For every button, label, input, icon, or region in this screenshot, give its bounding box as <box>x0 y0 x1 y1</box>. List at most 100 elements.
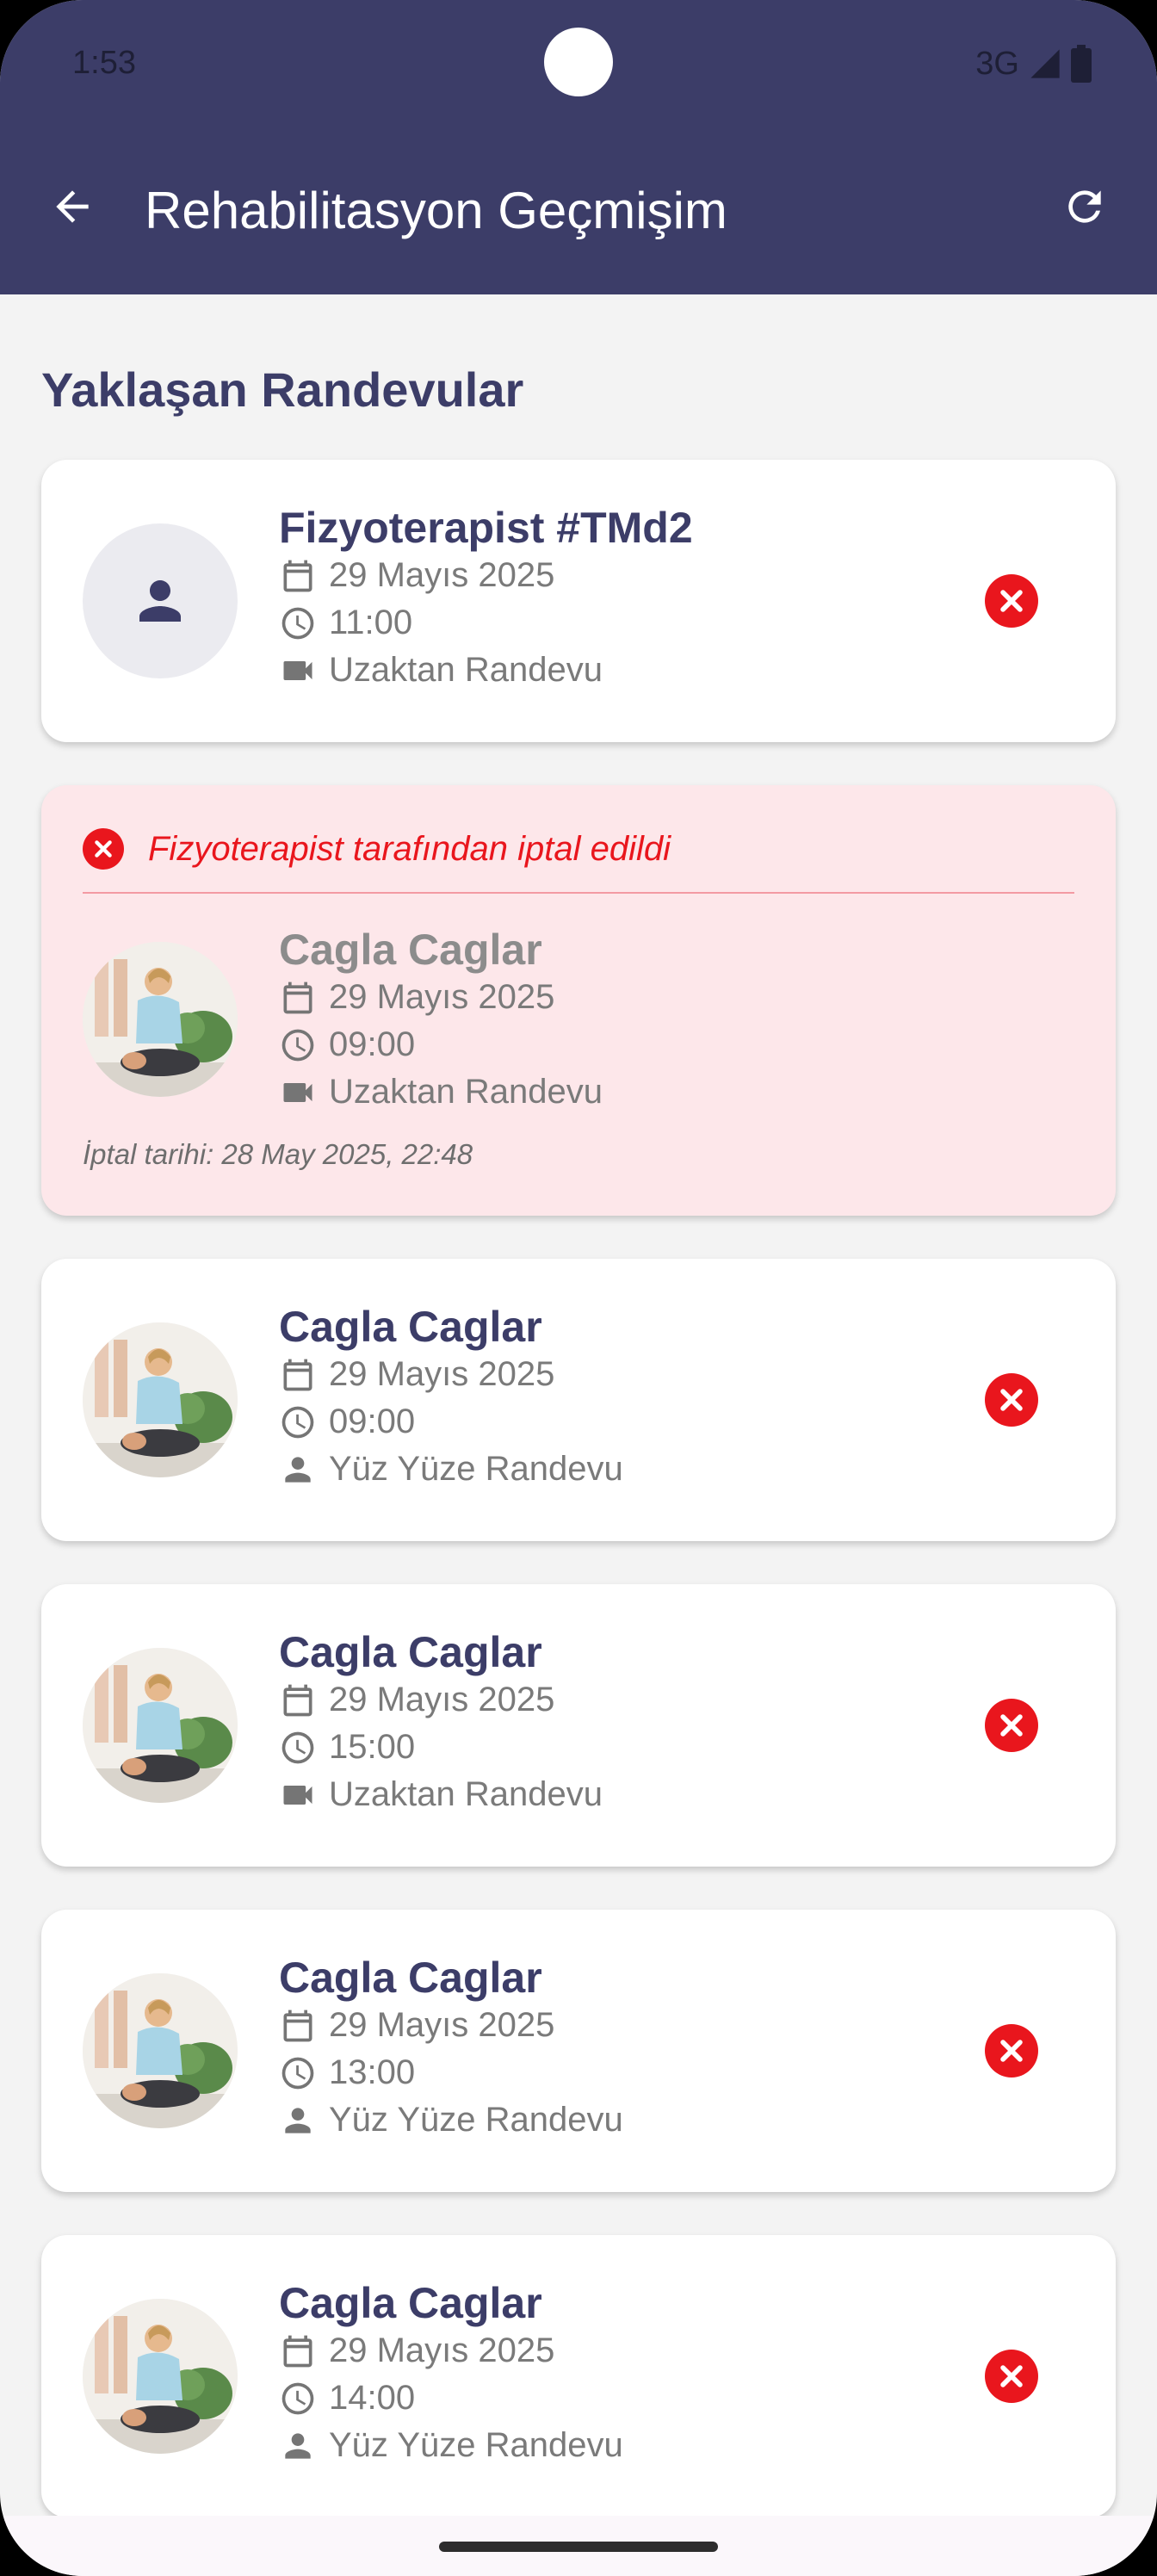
date-line: 29 Mayıs 2025 <box>279 556 554 595</box>
network-type: 3G <box>975 45 1019 82</box>
type-line: Uzaktan Randevu <box>279 1073 603 1112</box>
therapist-photo <box>83 2299 238 2454</box>
type-line: Uzaktan Randevu <box>279 651 603 690</box>
calendar-icon <box>283 2335 312 2367</box>
cancel-date: İptal tarihi: 28 May 2025, 22:48 <box>83 1138 473 1170</box>
calendar-icon <box>283 560 312 591</box>
therapist-name: Cagla Caglar <box>279 1954 542 2002</box>
type-line: Yüz Yüze Randevu <box>279 2101 623 2139</box>
time-line: 13:00 <box>279 2053 415 2092</box>
time-line: 11:00 <box>279 604 412 642</box>
navigation-bar <box>0 2516 1157 2576</box>
page-title: Rehabilitasyon Geçmişim <box>145 182 727 239</box>
close-icon <box>1000 1714 1023 1737</box>
app-bar: 1:53 3G Rehabilitasyon Geçmişim <box>0 0 1157 294</box>
appointment-date: 29 Mayıs 2025 <box>329 978 555 1016</box>
cancel-appointment-button[interactable] <box>985 1699 1038 1752</box>
time-line: 09:00 <box>279 1403 415 1441</box>
therapist-name: Cagla Caglar <box>279 1628 542 1676</box>
date-line: 29 Mayıs 2025 <box>279 2006 554 2045</box>
arrow-back-icon <box>56 190 89 223</box>
calendar-icon <box>283 2009 312 2041</box>
therapist-photo-image <box>83 1322 238 1477</box>
refresh-button[interactable] <box>1050 172 1119 241</box>
time-line: 15:00 <box>279 1728 415 1767</box>
cancel-message: Fizyoterapist tarafından iptal edildi <box>148 829 671 868</box>
therapist-photo <box>83 1322 238 1477</box>
status-indicators: 3G <box>975 45 1092 83</box>
appointment-date: 29 Mayıs 2025 <box>329 556 555 594</box>
back-button[interactable] <box>38 172 107 241</box>
appointment-time: 15:00 <box>329 1728 416 1766</box>
date-line: 29 Mayıs 2025 <box>279 1355 554 1394</box>
therapist-photo-image <box>83 942 238 1097</box>
appointment-time: 13:00 <box>329 2053 416 2091</box>
therapist-photo-image <box>83 1648 238 1803</box>
close-icon <box>1000 590 1023 612</box>
battery-icon <box>1071 45 1092 83</box>
therapist-photo-image <box>83 2299 238 2454</box>
calendar-icon <box>283 981 312 1013</box>
appointment-date: 29 Mayıs 2025 <box>329 2331 555 2369</box>
close-icon <box>1000 2365 1023 2387</box>
appointment-type: Yüz Yüze Randevu <box>329 1450 623 1488</box>
appointment-type: Yüz Yüze Randevu <box>329 2426 623 2464</box>
cancel-appointment-button[interactable] <box>985 1373 1038 1427</box>
clock-icon <box>282 2057 314 2089</box>
appointment-type: Uzaktan Randevu <box>329 1775 603 1813</box>
cancel-appointment-button[interactable] <box>985 2350 1038 2403</box>
date-line: 29 Mayıs 2025 <box>279 978 554 1017</box>
appointment-date: 29 Mayıs 2025 <box>329 1355 555 1393</box>
clock-icon <box>282 1406 314 1438</box>
appointment-time: 09:00 <box>329 1025 416 1063</box>
clock-icon <box>282 2382 314 2414</box>
cancel-appointment-button[interactable] <box>985 574 1038 628</box>
therapist-name: Cagla Caglar <box>279 1303 542 1351</box>
video-icon <box>283 1082 312 1102</box>
close-icon <box>95 840 112 858</box>
therapist-photo <box>83 942 238 1097</box>
person-icon <box>285 1456 311 1483</box>
date-line: 29 Mayıs 2025 <box>279 1681 554 1719</box>
therapist-name: Cagla Caglar <box>279 2279 542 2327</box>
appointment-card[interactable]: Cagla Caglar 29 Mayıs 2025 13:00 Yüz Yüz… <box>41 1910 1116 2192</box>
camera-cutout <box>544 28 613 96</box>
refresh-icon <box>1068 190 1101 223</box>
clock-icon <box>282 1731 314 1763</box>
cancelled-appointment-card[interactable]: Fizyoterapist tarafından iptal edildi Ca… <box>41 785 1116 1216</box>
type-line: Uzaktan Randevu <box>279 1775 603 1814</box>
appointments-content: Yaklaşan Randevular Fizyoterapist #TMd2 … <box>0 294 1157 2517</box>
signal-icon <box>1030 49 1060 78</box>
appointment-card[interactable]: Cagla Caglar 29 Mayıs 2025 14:00 Yüz Yüz… <box>41 2235 1116 2517</box>
therapist-name: Fizyoterapist #TMd2 <box>279 504 693 552</box>
appointment-card[interactable]: Cagla Caglar 29 Mayıs 2025 09:00 Yüz Yüz… <box>41 1259 1116 1541</box>
person-icon <box>139 580 181 622</box>
appointment-date: 29 Mayıs 2025 <box>329 1681 555 1718</box>
cancel-banner: Fizyoterapist tarafından iptal edildi <box>83 828 671 870</box>
appointment-date: 29 Mayıs 2025 <box>329 2006 555 2044</box>
home-indicator[interactable] <box>439 2542 718 2552</box>
device-screen: 1:53 3G Rehabilitasyon Geçmişim Yaklaşan… <box>0 0 1157 2576</box>
close-icon <box>1000 2040 1023 2062</box>
appointment-type: Uzaktan Randevu <box>329 1073 603 1111</box>
appointment-type: Yüz Yüze Randevu <box>329 2101 623 2139</box>
status-time: 1:53 <box>72 45 136 81</box>
therapist-name: Cagla Caglar <box>279 926 542 974</box>
appointment-card[interactable]: Fizyoterapist #TMd2 29 Mayıs 2025 11:00 … <box>41 460 1116 742</box>
time-line: 14:00 <box>279 2379 415 2418</box>
section-title: Yaklaşan Randevular <box>41 362 524 417</box>
calendar-icon <box>283 1684 312 1716</box>
appointment-type: Uzaktan Randevu <box>329 651 603 689</box>
calendar-icon <box>283 1359 312 1390</box>
avatar <box>83 523 238 678</box>
cancel-appointment-button[interactable] <box>985 2024 1038 2078</box>
person-icon <box>285 2432 311 2459</box>
appointment-time: 14:00 <box>329 2379 416 2417</box>
appointment-card[interactable]: Cagla Caglar 29 Mayıs 2025 15:00 Uzaktan… <box>41 1584 1116 1867</box>
therapist-photo <box>83 1973 238 2128</box>
video-icon <box>283 660 312 680</box>
status-bar: 1:53 3G <box>0 0 1157 129</box>
clock-icon <box>282 607 314 639</box>
therapist-photo-image <box>83 1973 238 2128</box>
cancel-status-icon <box>83 828 124 870</box>
